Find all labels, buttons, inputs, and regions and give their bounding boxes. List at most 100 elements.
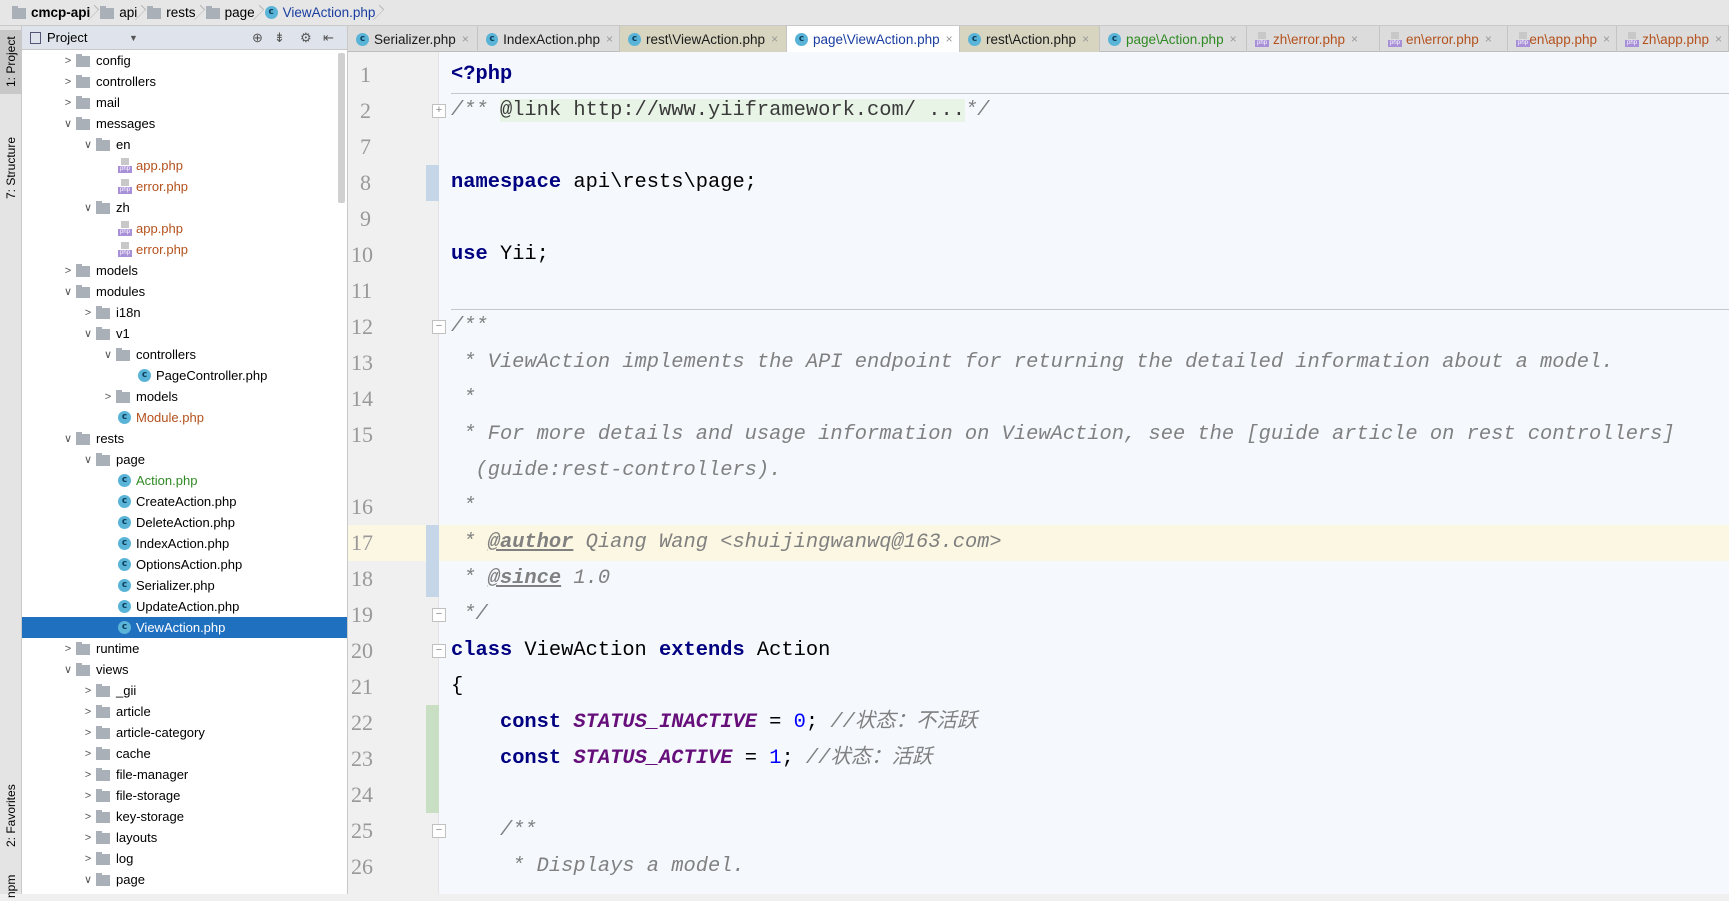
chevron-down-icon[interactable]: ∨ xyxy=(60,663,76,676)
chevron-right-icon[interactable]: > xyxy=(60,643,76,655)
chevron-right-icon[interactable]: > xyxy=(80,727,96,739)
npm-tool-tab[interactable]: npm xyxy=(0,871,22,901)
code-line[interactable]: use Yii; xyxy=(439,237,1729,273)
code-line[interactable]: * ViewAction implements the API endpoint… xyxy=(439,345,1729,381)
sidebar-scrollbar[interactable] xyxy=(338,53,345,203)
breadcrumb-item[interactable]: c ViewAction.php xyxy=(261,0,382,26)
tab-rest-action-php[interactable]: c rest\Action.php × xyxy=(960,26,1100,52)
tree-item[interactable]: ∨ v1 xyxy=(22,323,347,344)
code-line[interactable] xyxy=(439,129,1729,165)
breadcrumb-item[interactable]: rests xyxy=(143,0,201,26)
hide-panel-icon[interactable]: ⇤ xyxy=(323,30,334,46)
dropdown-icon[interactable]: ▼ xyxy=(129,33,138,43)
tab-zh-error-php[interactable]: zh\error.php × xyxy=(1247,26,1380,52)
tree-item[interactable]: c ViewAction.php xyxy=(22,617,347,638)
code-line[interactable]: /** @link http://www.yiiframework.com/ .… xyxy=(439,93,1729,129)
code-line[interactable] xyxy=(439,201,1729,237)
change-marker[interactable] xyxy=(426,561,439,597)
chevron-right-icon[interactable]: > xyxy=(80,748,96,760)
tree-item[interactable]: > article xyxy=(22,701,347,722)
tree-item[interactable]: app.php xyxy=(22,218,347,239)
project-tool-tab[interactable]: 1: Project xyxy=(0,30,22,94)
tree-item[interactable]: c IndexAction.php xyxy=(22,533,347,554)
tree-item[interactable]: ∨ en xyxy=(22,134,347,155)
code-line[interactable]: * Displays a model. xyxy=(439,849,1729,885)
chevron-right-icon[interactable]: > xyxy=(80,790,96,802)
chevron-right-icon[interactable]: > xyxy=(60,55,76,67)
gear-icon[interactable]: ⚙ xyxy=(300,30,312,46)
code-line[interactable]: class ViewAction extends Action xyxy=(439,633,1729,669)
tree-item[interactable]: c OptionsAction.php xyxy=(22,554,347,575)
tree-item[interactable]: ∨ zh xyxy=(22,197,347,218)
close-icon[interactable]: × xyxy=(1603,32,1610,46)
tree-item[interactable]: c CreateAction.php xyxy=(22,491,347,512)
change-marker[interactable] xyxy=(426,525,439,561)
tree-item[interactable]: error.php xyxy=(22,176,347,197)
chevron-right-icon[interactable]: > xyxy=(60,76,76,88)
close-icon[interactable]: × xyxy=(1715,32,1722,46)
chevron-right-icon[interactable]: > xyxy=(80,706,96,718)
tree-item[interactable]: > _gii xyxy=(22,680,347,701)
tree-item[interactable]: > cache xyxy=(22,743,347,764)
breadcrumb-item[interactable]: page xyxy=(202,0,261,26)
chevron-down-icon[interactable]: ∨ xyxy=(60,285,76,298)
tree-item[interactable]: > runtime xyxy=(22,638,347,659)
chevron-down-icon[interactable]: ∨ xyxy=(80,453,96,466)
tree-item[interactable]: ∨ page xyxy=(22,869,347,890)
chevron-down-icon[interactable]: ∨ xyxy=(60,432,76,445)
tab-rest-viewaction-php[interactable]: c rest\ViewAction.php × xyxy=(620,26,787,52)
tree-item[interactable]: ∨ rests xyxy=(22,428,347,449)
tab-page-viewaction-php[interactable]: c page\ViewAction.php × xyxy=(787,26,960,52)
code-line[interactable]: * xyxy=(439,381,1729,417)
code-line[interactable]: */ xyxy=(439,597,1729,633)
tab-page-action-php[interactable]: c page\Action.php × xyxy=(1100,26,1247,52)
chevron-down-icon[interactable]: ∨ xyxy=(100,348,116,361)
code-line[interactable] xyxy=(439,273,1729,309)
tree-item[interactable]: c UpdateAction.php xyxy=(22,596,347,617)
tree-item[interactable]: > layouts xyxy=(22,827,347,848)
code-line[interactable]: namespace api\rests\page; xyxy=(439,165,1729,201)
tree-item[interactable]: > config xyxy=(22,50,347,71)
chevron-right-icon[interactable]: > xyxy=(60,97,76,109)
tree-item[interactable]: > file-manager xyxy=(22,764,347,785)
tree-item[interactable]: ∨ page xyxy=(22,449,347,470)
code-line[interactable]: const STATUS_ACTIVE = 1; //状态：活跃 xyxy=(439,741,1729,777)
chevron-right-icon[interactable]: > xyxy=(60,265,76,277)
tab-indexaction-php[interactable]: c IndexAction.php × xyxy=(478,26,620,52)
chevron-right-icon[interactable]: > xyxy=(80,832,96,844)
chevron-down-icon[interactable]: ∨ xyxy=(60,117,76,130)
close-icon[interactable]: × xyxy=(1230,32,1237,46)
tree-item[interactable]: error.php xyxy=(22,239,347,260)
tree-item[interactable]: ∨ views xyxy=(22,659,347,680)
close-icon[interactable]: × xyxy=(1082,32,1089,46)
code-line[interactable]: * For more details and usage information… xyxy=(439,417,1729,453)
tree-item[interactable]: ∨ modules xyxy=(22,281,347,302)
close-icon[interactable]: × xyxy=(1351,32,1358,46)
tree-item[interactable]: > models xyxy=(22,386,347,407)
code-line[interactable]: const STATUS_INACTIVE = 0; //状态：不活跃 xyxy=(439,705,1729,741)
tab-en-app-php[interactable]: en\app.php × xyxy=(1508,26,1617,52)
code-line[interactable]: * xyxy=(439,489,1729,525)
breadcrumb-item[interactable]: cmcp-api xyxy=(8,0,96,26)
chevron-down-icon[interactable]: ∨ xyxy=(80,327,96,340)
tree-item[interactable]: > models xyxy=(22,260,347,281)
tree-item[interactable]: c Action.php xyxy=(22,470,347,491)
chevron-right-icon[interactable]: > xyxy=(100,391,116,403)
tree-item[interactable]: c Serializer.php xyxy=(22,575,347,596)
chevron-right-icon[interactable]: > xyxy=(80,853,96,865)
code-line[interactable]: /** xyxy=(439,813,1729,849)
structure-tool-tab[interactable]: 7: Structure xyxy=(0,118,22,218)
close-icon[interactable]: × xyxy=(1485,32,1492,46)
code-line[interactable]: (guide:rest-controllers). xyxy=(439,453,1729,489)
tree-item[interactable]: c DeleteAction.php xyxy=(22,512,347,533)
code-line[interactable] xyxy=(439,777,1729,813)
breadcrumb-item[interactable]: api xyxy=(96,0,143,26)
chevron-right-icon[interactable]: > xyxy=(80,685,96,697)
change-marker[interactable] xyxy=(426,777,439,813)
chevron-down-icon[interactable]: ∨ xyxy=(80,873,96,886)
tree-item[interactable]: > i18n xyxy=(22,302,347,323)
close-icon[interactable]: × xyxy=(771,32,778,46)
change-marker[interactable] xyxy=(426,165,439,201)
tree-item[interactable]: c PageController.php xyxy=(22,365,347,386)
tab-serializer-php[interactable]: c Serializer.php × xyxy=(348,26,478,52)
